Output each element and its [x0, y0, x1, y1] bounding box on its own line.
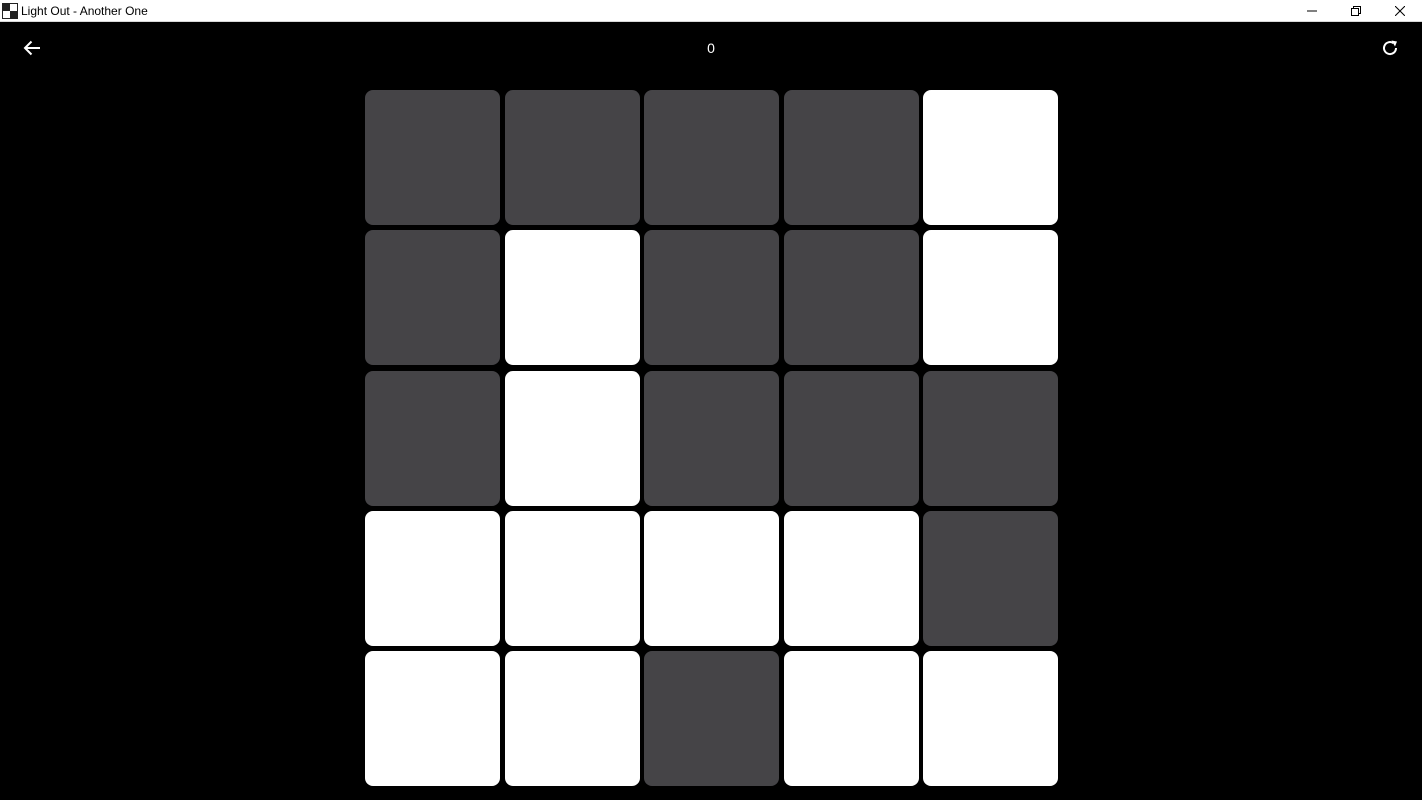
minimize-button[interactable] [1290, 0, 1334, 22]
light-cell[interactable] [365, 370, 500, 506]
light-cell[interactable] [644, 651, 779, 786]
light-cell[interactable] [504, 90, 640, 225]
light-cell[interactable] [783, 90, 919, 225]
light-cell[interactable] [644, 230, 779, 366]
light-cell[interactable] [923, 90, 1058, 225]
close-icon [1395, 6, 1405, 16]
refresh-icon [1383, 40, 1398, 56]
reset-button[interactable] [1376, 34, 1404, 62]
minimize-icon [1307, 10, 1317, 12]
window-title: Light Out - Another One [21, 3, 148, 18]
light-cell[interactable] [365, 510, 500, 646]
light-cell[interactable] [783, 230, 919, 366]
light-cell[interactable] [644, 90, 779, 225]
light-cell[interactable] [783, 651, 919, 786]
light-cell[interactable] [644, 370, 779, 506]
light-cell[interactable] [923, 230, 1058, 366]
light-cell[interactable] [783, 370, 919, 506]
restore-icon [1351, 6, 1361, 16]
light-cell[interactable] [504, 230, 640, 366]
light-cell[interactable] [644, 510, 779, 646]
restore-button[interactable] [1334, 0, 1378, 22]
window-controls [1290, 0, 1422, 22]
light-grid [365, 90, 1058, 786]
light-cell[interactable] [365, 90, 500, 225]
light-cell[interactable] [923, 651, 1058, 786]
light-cell[interactable] [923, 370, 1058, 506]
app-header: 0 [0, 22, 1422, 74]
light-cell[interactable] [923, 510, 1058, 646]
light-cell[interactable] [783, 510, 919, 646]
light-cell[interactable] [504, 370, 640, 506]
window-titlebar: Light Out - Another One [0, 0, 1422, 22]
app-icon [2, 2, 18, 19]
light-cell[interactable] [504, 510, 640, 646]
light-cell[interactable] [504, 651, 640, 786]
light-cell[interactable] [365, 651, 500, 786]
move-counter: 0 [707, 40, 715, 56]
close-button[interactable] [1378, 0, 1422, 22]
light-cell[interactable] [365, 230, 500, 366]
